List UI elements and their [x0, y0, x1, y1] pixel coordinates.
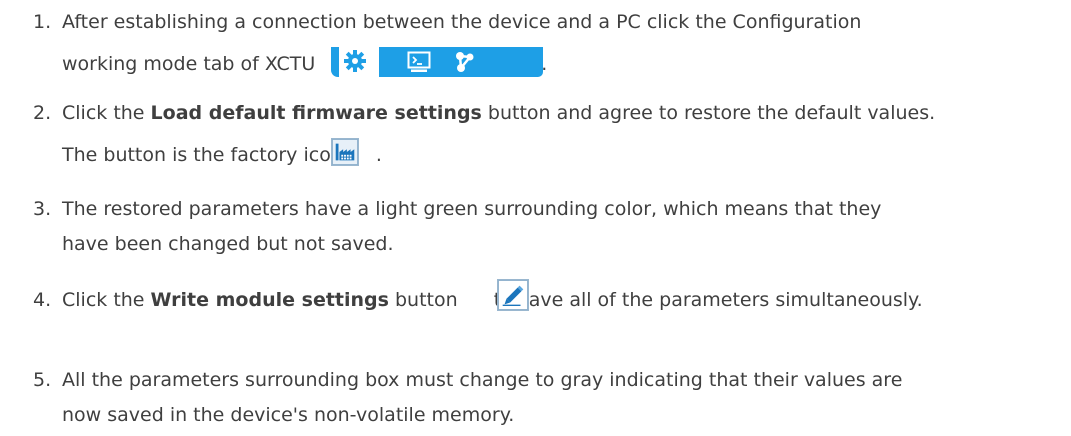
step-text-pre: Click the — [62, 102, 151, 124]
step-number: 4. — [33, 289, 52, 311]
step-text: The button is the factory icon — [62, 144, 343, 166]
step-text: All the parameters surrounding box must … — [62, 369, 903, 391]
step-number: 3. — [33, 198, 52, 220]
step-text: working mode tab of XCTU — [62, 53, 316, 75]
pencil-icon[interactable] — [497, 279, 529, 311]
step-text: Click the Load default firmware settings… — [62, 102, 935, 124]
step-text-pre: Click the — [62, 289, 151, 311]
step-text-post: button and agree to restore the default … — [481, 102, 936, 124]
step-text: Click the Write module settings button t… — [62, 289, 923, 311]
button-name: Write module settings — [150, 289, 389, 311]
mode-bar-edge — [331, 47, 339, 77]
console-terminal-icon[interactable] — [407, 51, 431, 73]
step-number: 5. — [33, 369, 52, 391]
step-number: 1. — [33, 11, 52, 33]
step-text-post: to save all of the parameters simultaneo… — [493, 289, 923, 311]
step-text: The restored parameters have a light gre… — [62, 198, 882, 220]
network-icon[interactable] — [452, 49, 478, 75]
step-text-mid: button — [388, 289, 464, 311]
step-text-continued: now saved in the device's non-volatile m… — [62, 404, 515, 426]
period: . — [375, 144, 382, 166]
step-number: 2. — [33, 102, 52, 124]
step-text: After establishing a connection between … — [62, 11, 862, 33]
step-text-continued: have been changed but not saved. — [62, 233, 394, 255]
factory-icon[interactable] — [331, 138, 359, 166]
xctu-working-mode-bar — [331, 47, 543, 77]
configuration-gear-icon[interactable] — [343, 49, 367, 73]
button-name: Load default firmware settings — [150, 102, 482, 124]
